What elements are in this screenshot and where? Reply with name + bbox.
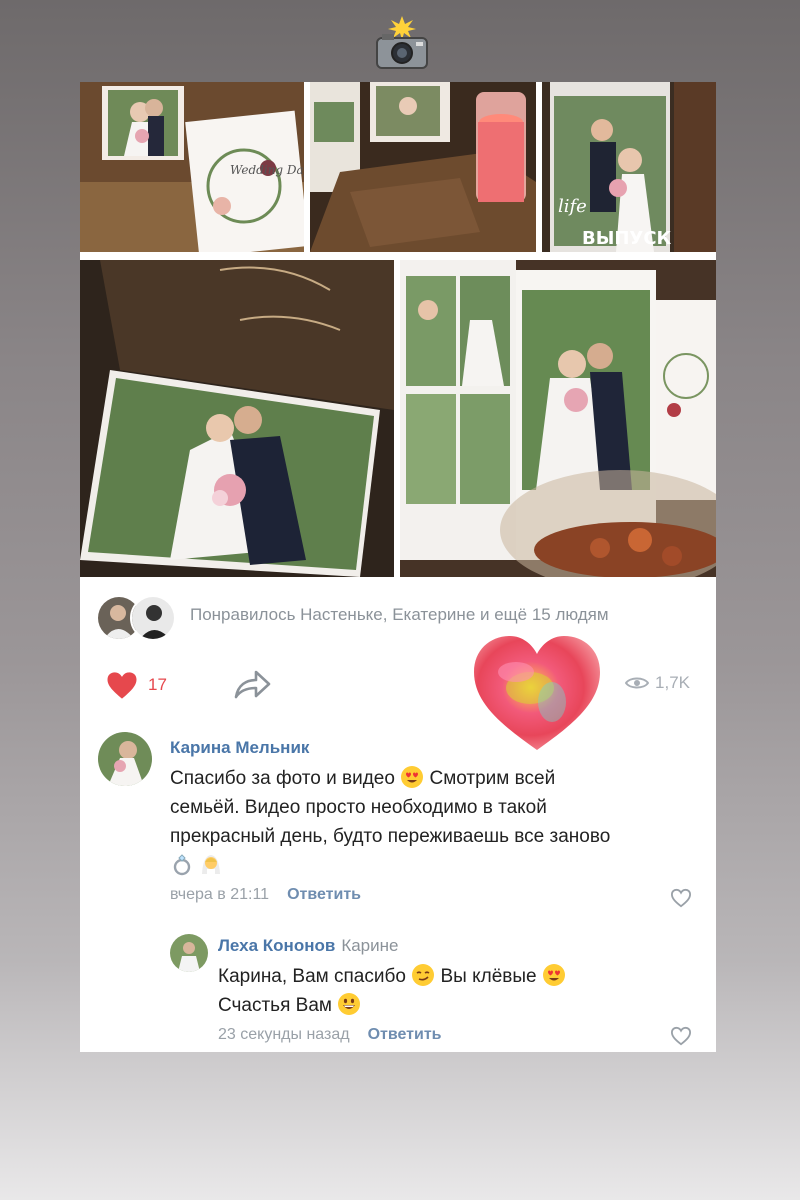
magazine-issue-text: ВЫПУСК bbox=[582, 228, 672, 249]
comment-time: вчера в 21:11 bbox=[170, 886, 270, 903]
photo-frame-wedding-day[interactable]: Wedding Day bbox=[80, 82, 304, 252]
comment-text: Карина, Вам спасибо Вы клёвые Счастья Ва… bbox=[218, 962, 698, 1020]
avatar bbox=[130, 595, 176, 641]
photo-magazine-cover[interactable]: life ВЫПУСК bbox=[542, 82, 716, 252]
heart-icon bbox=[107, 671, 137, 699]
comment: Карина Мельник Спасибо за фото и видео С… bbox=[80, 722, 716, 912]
eye-icon bbox=[625, 677, 650, 689]
photo-collage[interactable]: Wedding Day life ВЫПУСК bbox=[80, 82, 716, 577]
comment-text: Спасибо за фото и видео Смотрим всей сем… bbox=[170, 764, 700, 880]
photo-candle-table[interactable] bbox=[310, 82, 536, 252]
camera-flash-sticker bbox=[374, 14, 430, 70]
share-icon bbox=[234, 670, 271, 699]
comment-author: Леха Кононов Карине bbox=[218, 936, 399, 955]
smirk-emoji bbox=[412, 964, 435, 986]
views-count: 1,7K bbox=[655, 673, 690, 692]
like-button[interactable]: 17 bbox=[106, 667, 167, 703]
heart-sticker bbox=[470, 632, 604, 754]
heart-outline-icon[interactable] bbox=[670, 888, 692, 908]
post-actions: 17 1,7K bbox=[80, 653, 716, 717]
likes-summary-text[interactable]: Понравилось Настеньке, Екатерине и ещё 1… bbox=[190, 605, 609, 625]
post-card: Wedding Day life ВЫПУСК Понравилось Наст… bbox=[80, 82, 716, 1052]
comment-time: 23 секунды назад bbox=[218, 1026, 350, 1043]
reply-button[interactable]: Ответить bbox=[287, 886, 361, 903]
comment-author[interactable]: Карина Мельник bbox=[170, 738, 309, 758]
likes-summary[interactable]: Понравилось Настеньке, Екатерине и ещё 1… bbox=[80, 577, 716, 653]
comment-meta: 23 секунды назад Ответить bbox=[218, 1026, 442, 1044]
share-button[interactable] bbox=[232, 667, 272, 703]
reply-button[interactable]: Ответить bbox=[368, 1026, 442, 1043]
grin-emoji bbox=[338, 993, 361, 1015]
magazine-title: life bbox=[558, 196, 587, 217]
photo-album-couple[interactable] bbox=[80, 260, 394, 577]
comment-meta: вчера в 21:11 Ответить bbox=[170, 886, 361, 904]
ring-emoji bbox=[173, 854, 191, 876]
avatar[interactable] bbox=[98, 732, 152, 786]
heart-outline-icon[interactable] bbox=[670, 1026, 692, 1046]
liker-avatars bbox=[96, 595, 180, 641]
heart-eyes-emoji bbox=[542, 964, 565, 986]
like-count: 17 bbox=[148, 675, 167, 694]
wedding-day-text: Wedding Day bbox=[230, 163, 304, 177]
photo-album-spread[interactable] bbox=[400, 260, 716, 577]
views-counter: 1,7K bbox=[625, 673, 690, 693]
bride-emoji bbox=[202, 855, 221, 874]
avatar[interactable] bbox=[170, 934, 208, 972]
reply-to[interactable]: Карине bbox=[341, 936, 398, 955]
heart-eyes-emoji bbox=[401, 766, 424, 788]
